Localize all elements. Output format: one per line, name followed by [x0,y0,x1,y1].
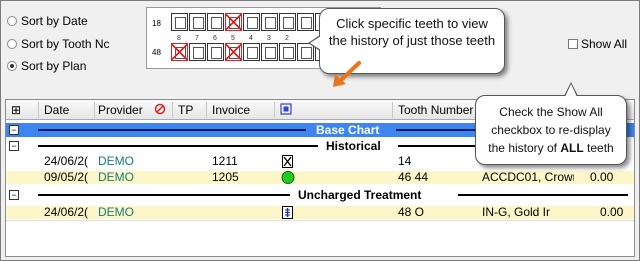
show-all-callout: Check the Show All checkbox to re-displa… [475,82,627,165]
column-separator [274,102,275,118]
table-row[interactable]: 09/05/2( DEMO 1205 46 44 ACCDC01, Crown … [6,171,634,184]
tooth-number: 4 [249,35,253,42]
orange-arrow-icon [333,61,361,87]
collapse-icon[interactable]: − [9,141,19,151]
sort-by-plan-radio[interactable] [7,61,17,71]
sort-by-tooth-label: Sort by Tooth Nc [21,37,110,51]
lower-tooth[interactable] [189,43,206,61]
column-separator [38,102,39,118]
upper-tooth[interactable] [243,13,260,31]
tooth-number: 2 [285,35,289,42]
row-invoice: 1205 [212,171,239,184]
row-date: 24/06/2( [44,206,89,219]
column-separator [206,102,207,118]
tooth-number: 6 [213,35,217,42]
divider [398,145,476,147]
lower-tooth[interactable] [279,43,296,61]
sort-by-tooth-radio[interactable] [7,39,17,49]
historical-label: Historical [326,139,381,153]
column-separator [392,102,393,118]
no-entry-icon[interactable] [154,102,166,119]
sort-by-tooth-option[interactable]: Sort by Tooth Nc [7,37,110,51]
tooth-number: 7 [195,35,199,42]
sort-by-date-option[interactable]: Sort by Date [7,14,88,28]
divider [38,129,306,131]
row-tooth: 14 [398,155,412,168]
teeth-filter-callout-text: Click specific teeth to view the history… [328,16,496,48]
upper-tooth[interactable] [189,13,206,31]
sort-by-plan-option[interactable]: Sort by Plan [7,59,86,73]
square-status-icon[interactable] [280,103,292,118]
column-date[interactable]: Date [44,103,69,117]
upper-tooth[interactable] [261,13,278,31]
tooth-number: 5 [231,35,235,42]
show-all-callout-suffix: teeth [583,141,614,155]
crossed-box-icon [282,155,293,171]
show-all-label: Show All [581,37,628,51]
divider [458,194,628,196]
base-chart-label: Base Chart [316,123,380,137]
lower-tooth[interactable] [243,43,260,61]
upper-tooth[interactable] [207,13,224,31]
lower-tooth[interactable] [207,43,224,61]
upper-quadrant-label: 18 [152,19,161,28]
divider [38,194,290,196]
row-provider: DEMO [98,155,134,168]
lower-quadrant-label: 48 [152,48,161,57]
row-description: IN-G, Gold Ir [482,206,551,219]
row-amount: 0.00 [600,206,624,219]
row-divider [6,220,634,221]
tooth-number: 8 [177,35,181,42]
table-row[interactable]: 24/06/2( DEMO 48 O IN-G, Gold Ir 0.00 [6,206,634,219]
row-tooth: 46 44 [398,171,429,184]
row-provider: DEMO [98,206,134,219]
upper-tooth[interactable] [297,13,314,31]
uncharged-treatment-group[interactable]: − Uncharged Treatment [6,188,634,202]
show-all-checkbox[interactable] [568,39,578,49]
row-date: 09/05/2( [44,171,89,184]
tooth-number: 3 [267,35,271,42]
green-circle-icon [281,171,295,187]
divider [396,129,476,131]
sort-by-date-radio[interactable] [7,16,17,26]
row-amount: 0.00 [590,171,614,184]
show-all-option[interactable]: Show All [568,37,627,51]
upper-tooth[interactable] [279,13,296,31]
callout-tail [564,82,578,97]
divider [38,145,318,147]
sort-by-date-label: Sort by Date [21,14,88,28]
expand-all-icon[interactable]: ⊞ [11,103,21,117]
row-provider: DEMO [98,171,134,184]
uncharged-treatment-label: Uncharged Treatment [298,188,422,202]
row-invoice: 1211 [212,155,238,168]
row-date: 24/06/2( [44,155,89,168]
upper-tooth[interactable] [171,13,188,31]
column-separator [94,102,95,118]
column-invoice[interactable]: Invoice [212,103,250,117]
window-frame: Sort by Date Sort by Tooth Nc Sort by Pl… [0,0,640,261]
column-separator [172,102,173,118]
show-all-callout-bold: ALL [560,141,584,155]
upper-tooth[interactable] [225,13,242,31]
column-provider[interactable]: Provider [98,103,143,117]
sort-by-plan-label: Sort by Plan [21,59,87,73]
callout-tail [308,35,321,51]
row-tooth: 48 O [398,206,425,219]
lower-tooth[interactable] [225,43,242,61]
column-tooth-number[interactable]: Tooth Number [398,103,473,117]
collapse-icon[interactable]: − [9,125,19,135]
lower-tooth[interactable] [171,43,188,61]
column-tp[interactable]: TP [178,103,193,117]
row-description: ACCDC01, Crown [482,171,574,184]
lower-tooth[interactable] [261,43,278,61]
collapse-icon[interactable]: − [9,190,19,200]
